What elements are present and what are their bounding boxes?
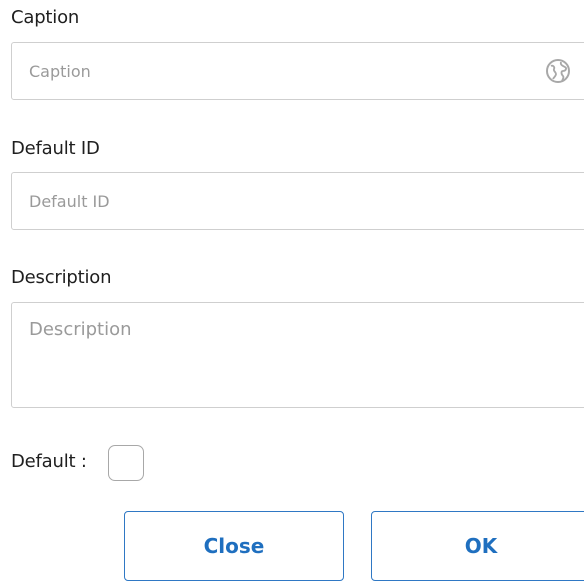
- default-checkbox[interactable]: [108, 445, 144, 481]
- caption-label: Caption: [11, 7, 80, 28]
- default-id-label: Default ID: [11, 138, 100, 159]
- default-id-input[interactable]: [11, 172, 584, 230]
- description-label: Description: [11, 267, 112, 288]
- globe-icon[interactable]: [544, 57, 572, 85]
- caption-input[interactable]: [11, 42, 584, 100]
- description-textarea[interactable]: [11, 302, 584, 408]
- dialog-form: Caption Default ID Description Default :…: [0, 0, 584, 582]
- ok-button[interactable]: OK: [371, 511, 584, 581]
- default-label: Default :: [11, 451, 87, 472]
- close-button[interactable]: Close: [124, 511, 344, 581]
